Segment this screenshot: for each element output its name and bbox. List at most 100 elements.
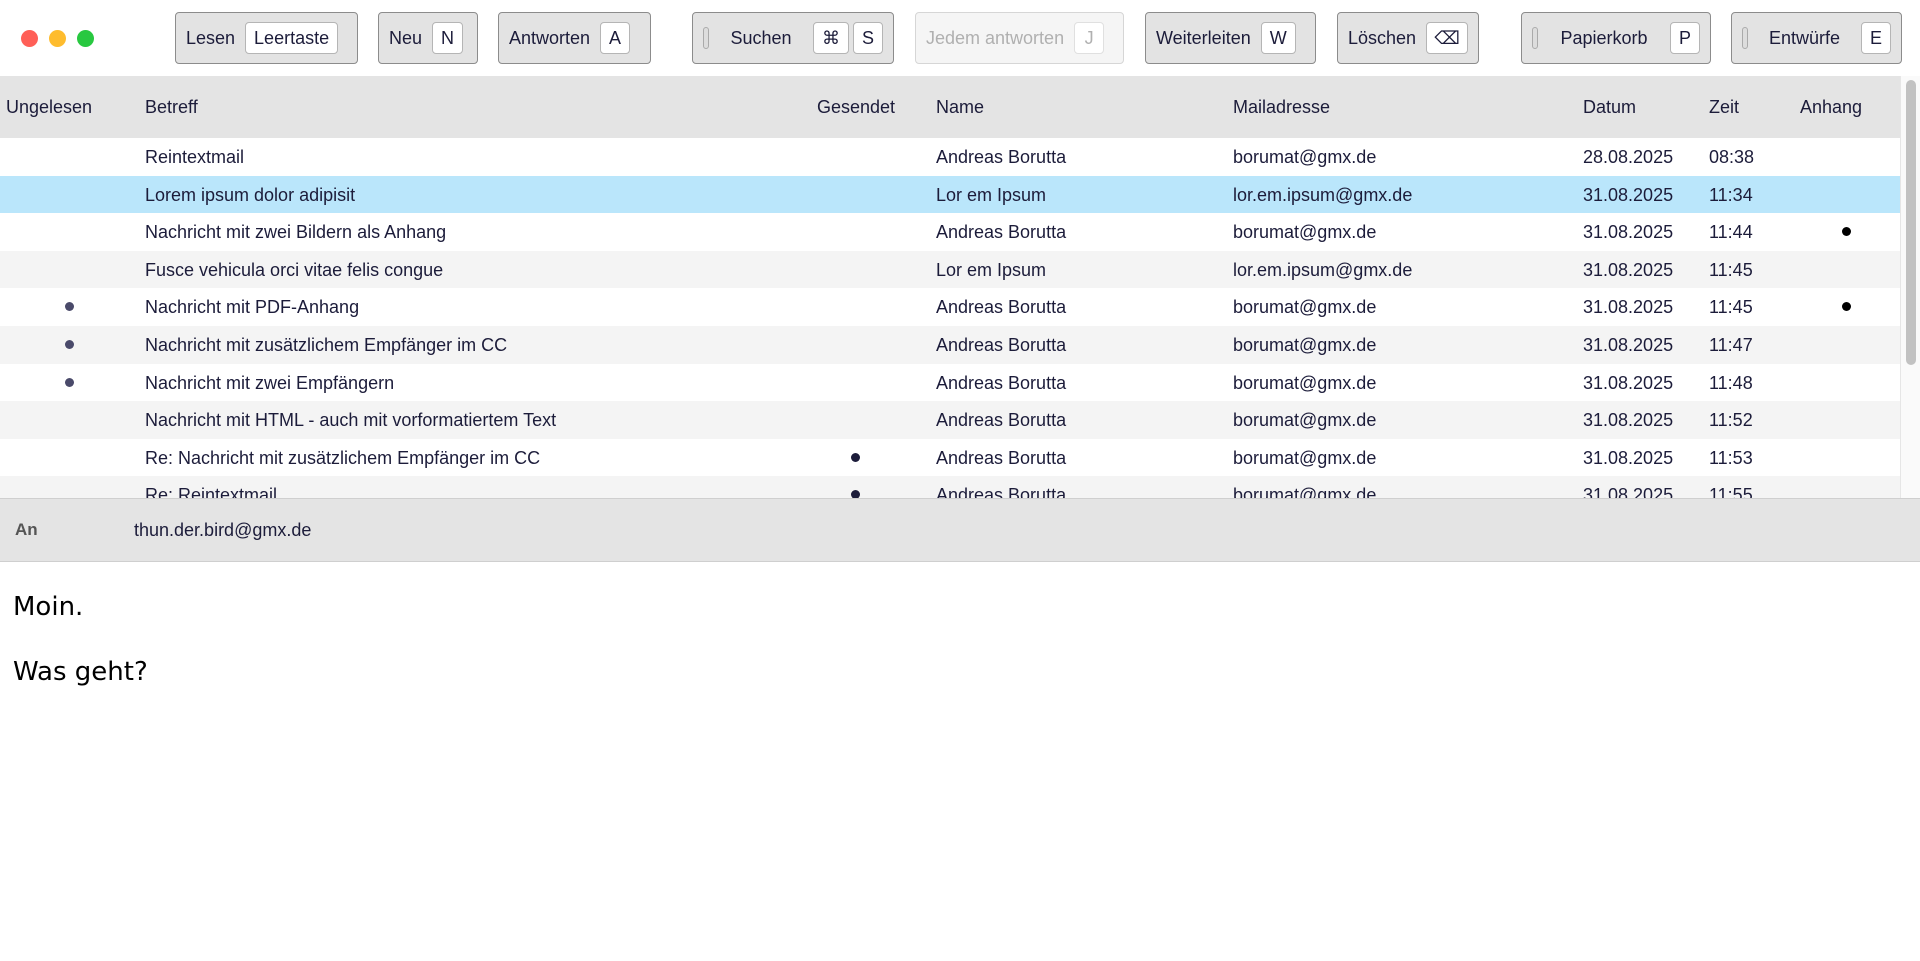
cell-subject: Nachricht mit HTML - auch mit vorformati…: [145, 410, 557, 431]
to-label: An: [15, 520, 38, 539]
message-body: Moin. Was geht?: [13, 575, 148, 705]
drag-handle-icon[interactable]: [1532, 27, 1538, 49]
cell-time: 11:48: [1709, 372, 1753, 393]
column-header-email[interactable]: Mailadresse: [1233, 97, 1330, 118]
cell-name: Andreas Borutta: [936, 297, 1067, 318]
button-label: Papierkorb: [1560, 27, 1648, 48]
cell-name: Andreas Borutta: [936, 485, 1067, 498]
drafts-button[interactable]: Entwürfe E: [1731, 12, 1902, 64]
cell-email: borumat@gmx.de: [1233, 410, 1377, 431]
cell-date: 31.08.2025: [1583, 184, 1674, 205]
message-row[interactable]: Nachricht mit zwei Bildern als Anhang And…: [0, 213, 1900, 251]
cell-subject: Lorem ipsum dolor adipisit: [145, 184, 356, 205]
list-header: Ungelesen Betreff Gesendet Name Mailadre…: [0, 76, 1900, 138]
unread-dot-icon: [65, 302, 74, 312]
minimize-window-button[interactable]: [49, 30, 66, 47]
cell-name: Andreas Borutta: [936, 147, 1067, 167]
cell-name: Andreas Borutta: [936, 222, 1067, 243]
body-line: Was geht?: [13, 657, 148, 687]
cell-date: 31.08.2025: [1583, 372, 1674, 393]
scrollbar-thumb[interactable]: [1906, 80, 1916, 365]
forward-button[interactable]: Weiterleiten W: [1145, 12, 1316, 64]
message-row[interactable]: Re: Reintextmail Andreas Borutta borumat@g…: [0, 476, 1900, 498]
message-row[interactable]: Fusce vehicula orci vitae felis congue Lo…: [0, 250, 1900, 289]
cell-date: 28.08.2025: [1583, 147, 1674, 167]
cell-subject: Nachricht mit zusätzlichem Empfänger im …: [145, 334, 508, 355]
cell-date: 31.08.2025: [1583, 334, 1674, 355]
shortcut-key: J: [1074, 22, 1105, 54]
message-row[interactable]: Reintextmail Andreas Borutta borumat@gmx.d…: [0, 138, 1900, 176]
button-label: Suchen: [730, 27, 792, 48]
cell-time: 11:52: [1709, 410, 1753, 431]
column-header-attachment[interactable]: Anhang: [1800, 97, 1862, 118]
cell-time: 11:47: [1709, 334, 1753, 355]
cell-subject: Nachricht mit zwei Empfängern: [145, 372, 395, 393]
column-header-sent[interactable]: Gesendet: [817, 97, 895, 118]
cell-time: 11:45: [1709, 259, 1753, 280]
reply-button[interactable]: Antworten A: [498, 12, 651, 64]
column-header-subject[interactable]: Betreff: [145, 97, 198, 118]
message-row[interactable]: Lorem ipsum dolor adipisit Lor em Ipsum lo…: [0, 175, 1900, 214]
column-header-name[interactable]: Name: [936, 97, 984, 118]
button-label: Jedem antworten: [926, 27, 1065, 48]
cell-date: 31.08.2025: [1583, 447, 1674, 468]
cell-email: borumat@gmx.de: [1233, 447, 1377, 468]
cell-email: borumat@gmx.de: [1233, 297, 1377, 318]
cell-subject: Fusce vehicula orci vitae felis congue: [145, 259, 444, 280]
trash-button[interactable]: Papierkorb P: [1521, 12, 1711, 64]
cell-subject: Reintextmail: [145, 147, 245, 167]
unread-dot-icon: [65, 377, 74, 387]
message-row[interactable]: Re: Nachricht mit zusätzlichem Empfänger…: [0, 439, 1900, 477]
shortcut-key: S: [852, 22, 883, 54]
cell-email: lor.em.ipsum@gmx.de: [1233, 259, 1413, 280]
message-row[interactable]: Nachricht mit HTML - auch mit vorformati…: [0, 401, 1900, 439]
button-label: Weiterleiten: [1156, 27, 1251, 48]
button-label: Löschen: [1348, 27, 1417, 48]
message-list-scrollbar[interactable]: [1900, 76, 1920, 498]
cell-time: 11:53: [1709, 447, 1753, 468]
cell-email: borumat@gmx.de: [1233, 222, 1377, 243]
shortcut-key: ⌫: [1426, 22, 1468, 54]
cell-name: Andreas Borutta: [936, 334, 1067, 355]
shortcut-key: ⌘: [812, 22, 849, 54]
sent-dot-icon: [851, 490, 860, 498]
search-button[interactable]: Suchen ⌘ S: [692, 12, 894, 64]
new-button[interactable]: Neu N: [378, 12, 478, 64]
cell-name: Lor em Ipsum: [936, 184, 1047, 205]
reply-all-button[interactable]: Jedem antworten J: [915, 12, 1124, 64]
read-button[interactable]: Lesen Leertaste: [175, 12, 358, 64]
cell-time: 11:44: [1709, 222, 1753, 243]
attachment-dot-icon: [1842, 302, 1851, 312]
attachment-dot-icon: [1842, 227, 1851, 237]
drag-handle-icon[interactable]: [703, 27, 709, 49]
message-row[interactable]: Nachricht mit zwei Empfängern Andreas Bor…: [0, 364, 1900, 402]
message-row[interactable]: Nachricht mit PDF-Anhang Andreas Borutta b…: [0, 288, 1900, 326]
column-header-time[interactable]: Zeit: [1709, 97, 1739, 118]
cell-subject: Re: Nachricht mit zusätzlichem Empfänger…: [145, 447, 541, 468]
cell-date: 31.08.2025: [1583, 485, 1674, 498]
to-address: thun.der.bird@gmx.de: [134, 520, 312, 540]
button-label: Antworten: [509, 27, 591, 48]
cell-subject: Re: Reintextmail: [145, 485, 278, 498]
body-line: Moin.: [13, 592, 84, 622]
column-header-unread[interactable]: Ungelesen: [6, 97, 92, 118]
cell-email: borumat@gmx.de: [1233, 147, 1377, 167]
unread-dot-icon: [65, 339, 74, 349]
shortcut-key: A: [600, 22, 631, 54]
delete-button[interactable]: Löschen ⌫: [1337, 12, 1479, 64]
message-list[interactable]: Reintextmail Andreas Borutta borumat@gmx.d…: [0, 138, 1900, 498]
cell-name: Andreas Borutta: [936, 447, 1067, 468]
cell-date: 31.08.2025: [1583, 297, 1674, 318]
cell-name: Andreas Borutta: [936, 372, 1067, 393]
cell-date: 31.08.2025: [1583, 222, 1674, 243]
button-label: Lesen: [186, 27, 236, 48]
zoom-window-button[interactable]: [77, 30, 94, 47]
message-row[interactable]: Nachricht mit zusätzlichem Empfänger im …: [0, 325, 1900, 364]
drag-handle-icon[interactable]: [1742, 27, 1748, 49]
cell-time: 11:55: [1709, 485, 1753, 498]
cell-date: 31.08.2025: [1583, 259, 1674, 280]
cell-time: 11:45: [1709, 297, 1753, 318]
column-header-date[interactable]: Datum: [1583, 97, 1636, 118]
close-window-button[interactable]: [21, 30, 38, 47]
shortcut-key: N: [432, 22, 464, 54]
